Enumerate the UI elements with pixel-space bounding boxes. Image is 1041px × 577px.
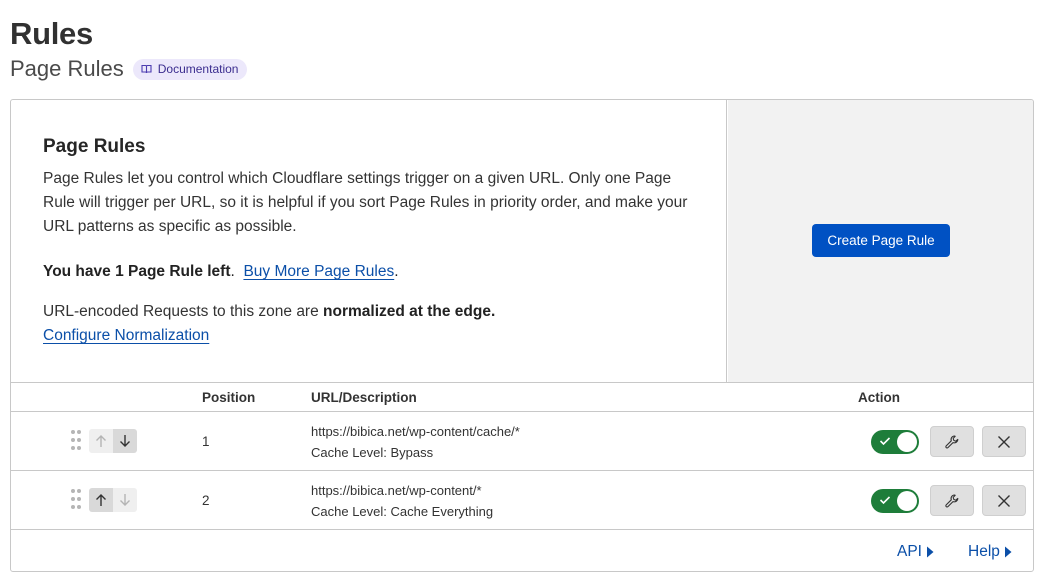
toggle-knob [897, 432, 917, 452]
caret-right-icon [926, 546, 934, 558]
column-action: Action [858, 390, 900, 405]
column-position: Position [202, 390, 256, 405]
info-description: Page Rules let you control which Cloudfl… [43, 170, 688, 235]
rules-left-text: You have 1 Page Rule left [43, 263, 231, 280]
book-icon [141, 64, 152, 74]
arrow-down-icon [120, 494, 130, 506]
subtitle-row: Page Rules Documentation [10, 56, 248, 82]
rule-position: 2 [202, 493, 210, 508]
arrow-up-icon [96, 494, 106, 506]
rule-enabled-toggle[interactable] [871, 430, 919, 454]
arrow-up-icon [96, 435, 106, 447]
rule-description: Cache Level: Bypass [311, 445, 434, 460]
table-row: 2 https://bibica.net/wp-content/* Cache … [11, 471, 1033, 530]
move-down-button[interactable] [113, 488, 137, 512]
buy-more-link[interactable]: Buy More Page Rules [243, 263, 394, 280]
create-panel: Create Page Rule [728, 100, 1033, 382]
info-title: Page Rules [43, 136, 146, 157]
move-up-button[interactable] [89, 488, 113, 512]
rules-left-line: You have 1 Page Rule left. Buy More Page… [43, 263, 399, 281]
column-url: URL/Description [311, 390, 417, 405]
rule-position: 1 [202, 434, 210, 449]
drag-handle-icon[interactable] [71, 489, 81, 511]
wrench-icon [945, 434, 959, 448]
move-up-button[interactable] [89, 429, 113, 453]
configure-normalization-link[interactable]: Configure Normalization [43, 327, 209, 345]
check-icon [879, 496, 891, 505]
check-icon [879, 437, 891, 446]
rules-left-suffix: . [230, 263, 235, 280]
documentation-link[interactable]: Documentation [132, 58, 248, 80]
rule-url: https://bibica.net/wp-content/cache/* [311, 424, 520, 439]
info-panel: Page Rules Page Rules let you control wh… [11, 100, 727, 382]
caret-right-icon [1004, 546, 1012, 558]
page-rules-card: Page Rules Page Rules let you control wh… [10, 99, 1034, 572]
normalized-prefix: URL-encoded Requests to this zone are [43, 303, 324, 320]
help-label: Help [968, 543, 1000, 560]
move-down-button[interactable] [113, 429, 137, 453]
page-subtitle: Page Rules [10, 56, 124, 81]
close-icon [998, 494, 1010, 507]
rule-enabled-toggle[interactable] [871, 489, 919, 513]
api-label: API [897, 543, 922, 560]
arrow-down-icon [120, 435, 130, 447]
page-title: Rules [10, 16, 93, 51]
edit-rule-button[interactable] [930, 426, 974, 457]
api-link[interactable]: API [897, 543, 934, 561]
delete-rule-button[interactable] [982, 426, 1026, 457]
delete-rule-button[interactable] [982, 485, 1026, 516]
drag-handle-icon[interactable] [71, 430, 81, 452]
normalization-text: URL-encoded Requests to this zone are no… [43, 303, 495, 321]
create-page-rule-button[interactable]: Create Page Rule [812, 224, 950, 257]
rule-url: https://bibica.net/wp-content/* [311, 483, 482, 498]
documentation-label: Documentation [157, 62, 239, 76]
wrench-icon [945, 493, 959, 507]
reorder-buttons [89, 429, 137, 453]
table-row: 1 https://bibica.net/wp-content/cache/* … [11, 412, 1033, 471]
buy-more-suffix: . [394, 263, 399, 280]
edit-rule-button[interactable] [930, 485, 974, 516]
reorder-buttons [89, 488, 137, 512]
toggle-knob [897, 491, 917, 511]
close-icon [998, 435, 1010, 448]
normalized-bold: normalized at the edge. [323, 303, 496, 320]
rule-description: Cache Level: Cache Everything [311, 504, 494, 519]
help-link[interactable]: Help [968, 543, 1012, 561]
table-header: Position URL/Description Action [11, 382, 1033, 412]
